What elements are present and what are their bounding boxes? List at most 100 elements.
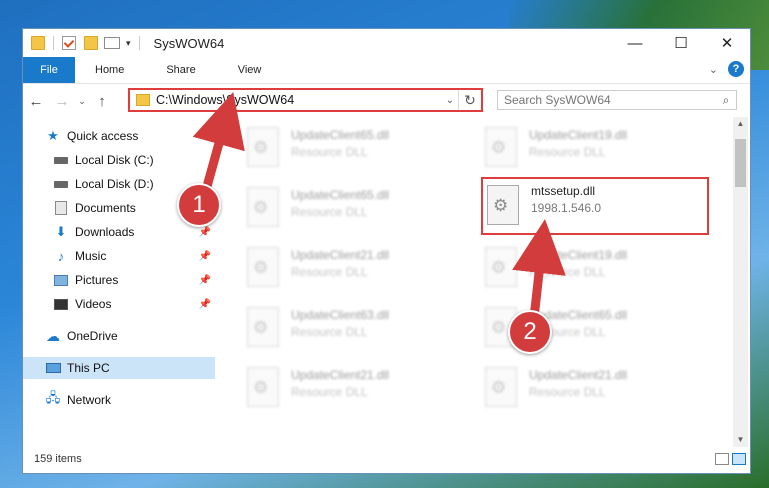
dll-file-icon — [247, 307, 279, 347]
title-bar: ▾ SysWOW64 — ☐ ✕ — [23, 29, 750, 57]
forward-button[interactable]: → — [49, 93, 75, 110]
content-area: ★ Quick access Local Disk (C:) Local Dis… — [23, 117, 750, 447]
sidebar-item-label: Documents — [75, 201, 136, 215]
file-description: Resource DLL — [291, 205, 368, 219]
file-item[interactable]: UpdateClient21.dll Resource DLL — [485, 363, 715, 415]
pictures-icon — [53, 273, 69, 287]
folder-icon — [136, 94, 150, 106]
dll-file-icon — [247, 127, 279, 167]
pin-icon: 📌 — [198, 298, 211, 310]
file-item-mtssetup[interactable]: mtssetup.dll 1998.1.546.0 — [481, 177, 709, 235]
dll-file-icon — [247, 367, 279, 407]
file-description: Resource DLL — [529, 265, 606, 279]
details-view-icon[interactable] — [715, 453, 729, 465]
file-description: 1998.1.546.0 — [531, 201, 602, 215]
file-list: UpdateClient65.dll Resource DLL UpdateCli… — [223, 117, 734, 447]
sidebar-item-label: Music — [75, 249, 107, 263]
pin-icon: 📌 — [198, 226, 211, 238]
dll-file-icon — [485, 127, 517, 167]
large-icons-view-icon[interactable] — [732, 453, 746, 465]
file-item[interactable]: UpdateClient21.dll Resource DLL — [247, 243, 477, 295]
file-name: UpdateClient63.dll — [291, 308, 390, 322]
search-input[interactable] — [498, 92, 716, 108]
expand-ribbon-icon[interactable]: ⌄ — [709, 63, 718, 76]
star-icon: ★ — [47, 128, 59, 143]
cloud-icon: ☁ — [46, 327, 60, 344]
file-item[interactable]: UpdateClient19.dll Resource DLL — [485, 123, 715, 175]
dll-file-icon — [485, 367, 517, 407]
dll-file-icon — [247, 247, 279, 287]
download-icon: ⬇ — [55, 224, 67, 239]
properties-check-icon[interactable] — [62, 36, 76, 50]
sidebar-item-label: Local Disk (D:) — [75, 177, 154, 191]
dll-file-icon — [485, 247, 517, 287]
sidebar-item-label: Videos — [75, 297, 112, 311]
file-item[interactable]: UpdateClient65.dll Resource DLL — [247, 183, 477, 235]
file-item[interactable]: UpdateClient65.dll Resource DLL — [247, 123, 477, 175]
tab-file[interactable]: File — [23, 57, 75, 83]
close-button[interactable]: ✕ — [704, 29, 750, 57]
sidebar-item-local-disk-c[interactable]: Local Disk (C:) — [53, 149, 215, 171]
refresh-button[interactable]: ↻ — [458, 90, 481, 110]
sidebar-item-label: Local Disk (C:) — [75, 153, 154, 167]
pc-icon — [45, 361, 61, 375]
sidebar-item-onedrive[interactable]: ☁ OneDrive — [45, 325, 215, 347]
file-item[interactable]: UpdateClient21.dll Resource DLL — [247, 363, 477, 415]
file-description: Resource DLL — [291, 145, 368, 159]
tab-share[interactable]: Share — [152, 64, 209, 76]
tab-home[interactable]: Home — [81, 64, 138, 76]
dll-file-icon — [247, 187, 279, 227]
file-name: UpdateClient21.dll — [529, 368, 628, 382]
search-icon[interactable]: ⌕ — [716, 93, 736, 108]
item-count: 159 items — [34, 453, 82, 465]
music-icon: ♪ — [57, 248, 65, 264]
maximize-button[interactable]: ☐ — [658, 29, 704, 57]
navigation-pane: ★ Quick access Local Disk (C:) Local Dis… — [23, 117, 216, 447]
status-bar: 159 items — [23, 445, 750, 473]
address-dropdown-button[interactable]: ⌄ — [442, 95, 458, 106]
file-description: Resource DLL — [529, 385, 606, 399]
address-path[interactable]: C:\Windows\SysWOW64 — [156, 93, 442, 107]
minimize-button[interactable]: — — [612, 29, 658, 57]
vertical-scrollbar[interactable]: ▲ ▼ — [733, 117, 748, 447]
window-title: SysWOW64 — [153, 35, 225, 51]
disk-icon — [53, 153, 69, 167]
file-name: UpdateClient65.dll — [291, 188, 390, 202]
file-item[interactable]: UpdateClient63.dll Resource DLL — [247, 303, 477, 355]
file-description: Resource DLL — [529, 145, 606, 159]
divider — [138, 36, 140, 50]
callout-badge-2: 2 — [508, 310, 552, 354]
sidebar-item-label: Network — [67, 393, 112, 407]
search-box[interactable]: ⌕ — [497, 90, 737, 110]
quick-access-toolbar-icon[interactable] — [104, 37, 120, 49]
file-item[interactable]: UpdateClient19.dll Resource DLL — [485, 243, 715, 295]
address-bar[interactable]: C:\Windows\SysWOW64 ⌄ ↻ — [128, 88, 483, 112]
sidebar-item-label: Pictures — [75, 273, 119, 287]
up-button[interactable]: ↑ — [89, 93, 115, 110]
new-folder-icon[interactable] — [84, 36, 98, 50]
sidebar-item-label: OneDrive — [67, 329, 118, 343]
sidebar-item-network[interactable]: 🖧 Network — [45, 389, 215, 411]
sidebar-item-music[interactable]: ♪ Music 📌 — [53, 245, 215, 267]
videos-icon — [53, 297, 69, 311]
folder-icon — [31, 36, 45, 50]
window-controls: — ☐ ✕ — [612, 29, 750, 57]
sidebar-item-this-pc[interactable]: This PC — [23, 357, 215, 379]
file-description: Resource DLL — [291, 265, 368, 279]
scrollbar-thumb[interactable] — [735, 139, 746, 187]
help-icon[interactable]: ? — [728, 61, 744, 77]
back-button[interactable]: ← — [23, 93, 49, 110]
divider — [53, 36, 54, 50]
callout-badge-1: 1 — [177, 183, 221, 227]
sidebar-item-videos[interactable]: Videos 📌 — [53, 293, 215, 315]
network-icon: 🖧 — [45, 390, 61, 405]
scroll-up-icon[interactable]: ▲ — [733, 117, 748, 131]
file-name: UpdateClient21.dll — [291, 368, 390, 382]
recent-locations-button[interactable]: ⌄ — [75, 96, 89, 107]
file-description: Resource DLL — [291, 325, 368, 339]
tab-view[interactable]: View — [224, 64, 276, 76]
disk-icon — [53, 177, 69, 191]
sidebar-item-quick-access[interactable]: ★ Quick access — [45, 125, 215, 147]
sidebar-item-pictures[interactable]: Pictures 📌 — [53, 269, 215, 291]
chevron-down-icon[interactable]: ▾ — [126, 38, 131, 49]
